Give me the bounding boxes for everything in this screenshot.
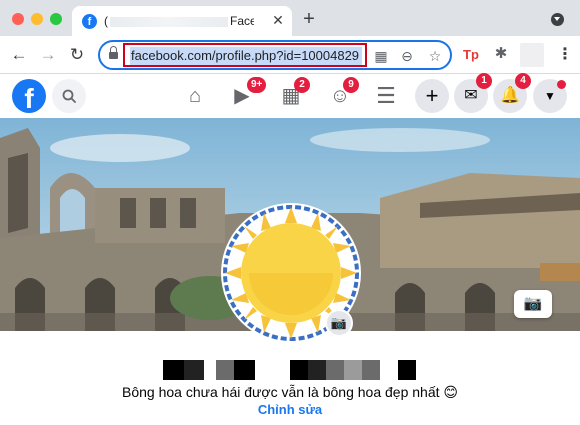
redaction-block xyxy=(308,360,326,380)
tab-strip: f (Face ✕ + xyxy=(0,0,580,36)
new-tab-button[interactable]: + xyxy=(300,9,318,29)
bookmark-star-icon[interactable]: ☆ xyxy=(426,47,444,65)
extensions-puzzle-icon[interactable]: ✱ xyxy=(492,45,510,63)
extension-tp-icon[interactable]: Tp xyxy=(463,46,485,64)
redaction-block xyxy=(234,360,255,380)
redaction-block xyxy=(326,360,344,380)
forward-button[interactable]: → xyxy=(37,44,59,66)
browser-toolbar: ← → ↻ facebook.com/profile.php?id=100048… xyxy=(0,36,580,74)
minimize-window-button[interactable] xyxy=(31,13,43,25)
back-button[interactable]: ← xyxy=(8,44,30,66)
tab-title: (Face xyxy=(104,14,254,28)
redaction-block xyxy=(163,360,184,380)
maximize-window-button[interactable] xyxy=(50,13,62,25)
notifications-badge: 4 xyxy=(515,73,531,89)
messenger-badge: 1 xyxy=(476,73,492,89)
redacted-tab-title xyxy=(110,16,228,27)
redaction-block xyxy=(344,360,362,380)
browser-menu-icon[interactable]: ⋮ xyxy=(557,45,573,65)
account-alert-dot xyxy=(557,80,566,89)
home-icon[interactable]: ⌂ xyxy=(181,82,209,110)
facebook-header: f ⌂ ▶ ▦ ☺ ☰ + ✉ 🔔 ▼ xyxy=(0,74,580,118)
search-icon[interactable] xyxy=(52,79,86,113)
close-window-button[interactable] xyxy=(12,13,24,25)
edit-cover-camera-button[interactable]: 📷 xyxy=(514,290,552,318)
edit-avatar-camera-button[interactable]: 📷 xyxy=(325,309,353,337)
redaction-block xyxy=(362,360,380,380)
edit-bio-link[interactable]: Chỉnh sửa xyxy=(0,401,580,419)
marketplace-badge: 2 xyxy=(294,77,310,93)
facebook-favicon-icon: f xyxy=(82,14,97,29)
create-button[interactable]: + xyxy=(415,79,449,113)
redaction-block xyxy=(290,360,308,380)
browser-tab[interactable]: f (Face ✕ xyxy=(72,6,292,36)
watch-badge: 9+ xyxy=(247,77,267,93)
groups-badge: 9 xyxy=(343,77,359,93)
facebook-logo[interactable]: f xyxy=(12,79,46,113)
browser-window: f (Face ✕ + ← → ↻ facebook.com/profile.p… xyxy=(0,0,580,425)
tab-search-button[interactable] xyxy=(551,13,564,26)
redaction-block xyxy=(216,360,234,380)
zoom-icon[interactable]: ⊖ xyxy=(398,47,416,65)
tab-close-icon[interactable]: ✕ xyxy=(270,12,286,28)
lock-icon[interactable] xyxy=(109,46,118,60)
qr-code-icon[interactable]: ▦ xyxy=(372,47,390,65)
browser-profile-avatar[interactable] xyxy=(520,43,544,67)
address-bar[interactable]: facebook.com/profile.php?id=10004829 ▦ ⊖… xyxy=(98,40,452,70)
reload-button[interactable]: ↻ xyxy=(66,44,88,66)
menu-icon[interactable]: ☰ xyxy=(372,82,400,110)
profile-bio: Bông hoa chưa hái được vẫn là bông hoa đ… xyxy=(122,384,458,400)
url-text[interactable]: facebook.com/profile.php?id=10004829 xyxy=(130,47,362,65)
redaction-block xyxy=(398,360,416,380)
redaction-block xyxy=(184,360,204,380)
